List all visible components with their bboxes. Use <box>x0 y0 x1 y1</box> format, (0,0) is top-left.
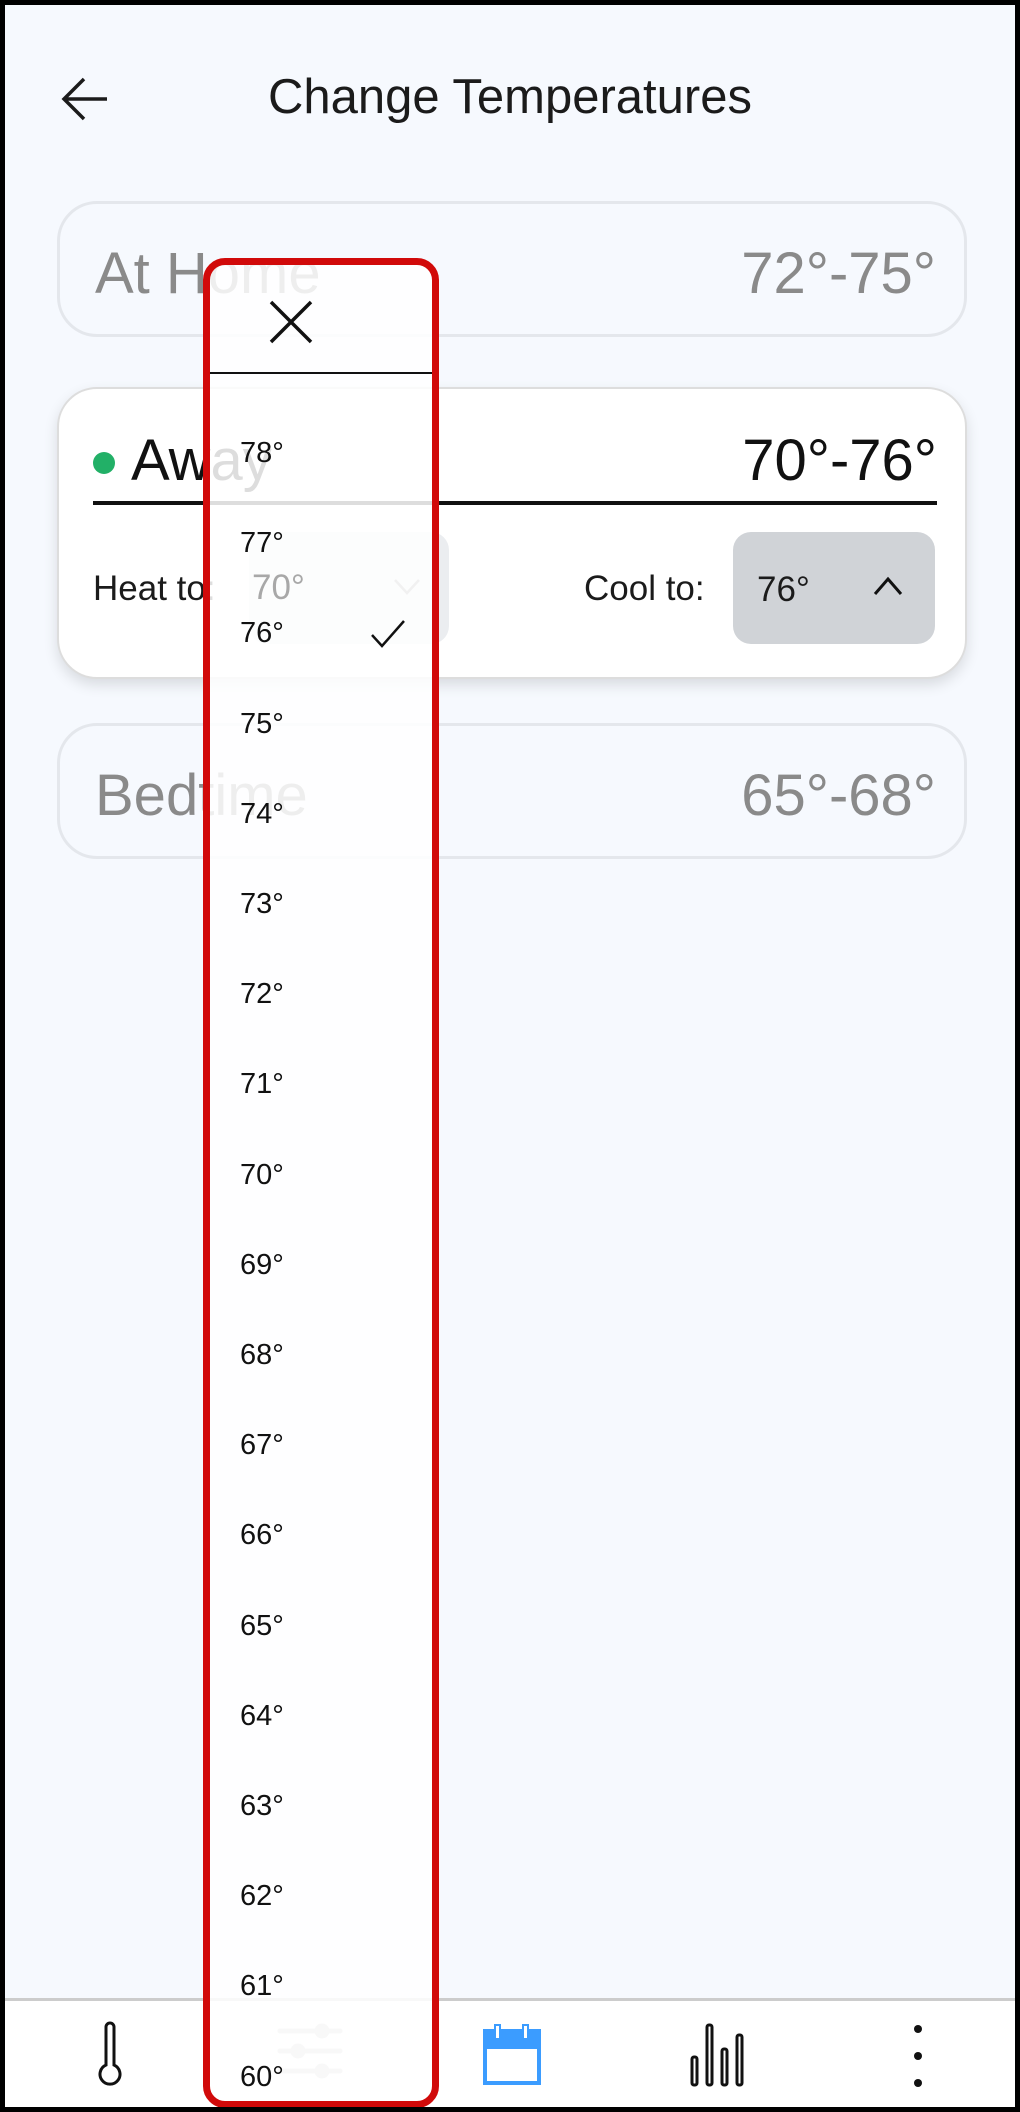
heat-value: 70° <box>252 568 305 607</box>
dropdown-option[interactable]: 68° <box>240 1339 284 1372</box>
dropdown-option[interactable]: 70° <box>240 1159 284 1192</box>
dropdown-option[interactable]: 69° <box>240 1249 284 1282</box>
dropdown-option[interactable]: 72° <box>240 978 284 1011</box>
dropdown-option[interactable]: 73° <box>240 888 284 921</box>
dropdown-option[interactable]: 65° <box>240 1610 284 1643</box>
dropdown-option[interactable]: 63° <box>240 1790 284 1823</box>
checkmark-icon <box>371 620 405 649</box>
dropdown-option[interactable]: 76° <box>240 617 284 650</box>
cool-label: Cool to: <box>584 569 705 608</box>
mode-card-at-home[interactable]: At Home 72°-75° <box>57 201 967 337</box>
bottom-nav <box>5 1998 1015 2107</box>
dropdown-option[interactable]: 67° <box>240 1429 284 1462</box>
temperature-dropdown[interactable]: 78° 77° 76° 75° 74° 73° 72° 71° 70° 69° 68° 67° 66° 6… <box>203 258 439 2107</box>
thermometer-icon[interactable] <box>75 2021 145 2091</box>
dropdown-option[interactable]: 62° <box>240 1880 284 1913</box>
dropdown-option[interactable]: 71° <box>240 1068 284 1101</box>
calendar-icon[interactable] <box>477 2021 547 2091</box>
mode-range: 65°-68° <box>741 763 936 828</box>
more-vertical-icon[interactable] <box>883 2021 953 2091</box>
dropdown-option[interactable]: 77° <box>240 527 284 560</box>
mode-card-bedtime[interactable]: Bedtime 65°-68° <box>57 723 967 859</box>
mode-range: 70°-76° <box>742 428 937 493</box>
dropdown-option[interactable]: 75° <box>240 708 284 741</box>
bar-chart-icon[interactable] <box>680 2021 750 2091</box>
screen: Change Temperatures At Home 72°-75° Away… <box>5 5 1015 2107</box>
dropdown-option[interactable]: 61° <box>240 1970 284 2003</box>
dropdown-option[interactable]: 66° <box>240 1519 284 1552</box>
chevron-up-icon <box>873 576 903 595</box>
dropdown-divider <box>210 372 432 374</box>
dropdown-option[interactable]: 78° <box>240 437 284 470</box>
close-icon[interactable] <box>268 299 314 345</box>
mode-range: 72°-75° <box>741 241 936 306</box>
dropdown-option[interactable]: 64° <box>240 1700 284 1733</box>
heat-label: Heat to: <box>93 569 216 608</box>
cool-select[interactable]: 76° <box>733 532 935 644</box>
cool-value: 76° <box>757 570 810 609</box>
active-status-dot <box>93 452 115 474</box>
mode-card-away[interactable]: Away 70°-76° Heat to: Cool to: 76° <box>57 387 967 679</box>
page-title: Change Temperatures <box>268 70 752 124</box>
dropdown-option[interactable]: 74° <box>240 798 284 831</box>
dropdown-option[interactable]: 60° <box>240 2061 284 2094</box>
